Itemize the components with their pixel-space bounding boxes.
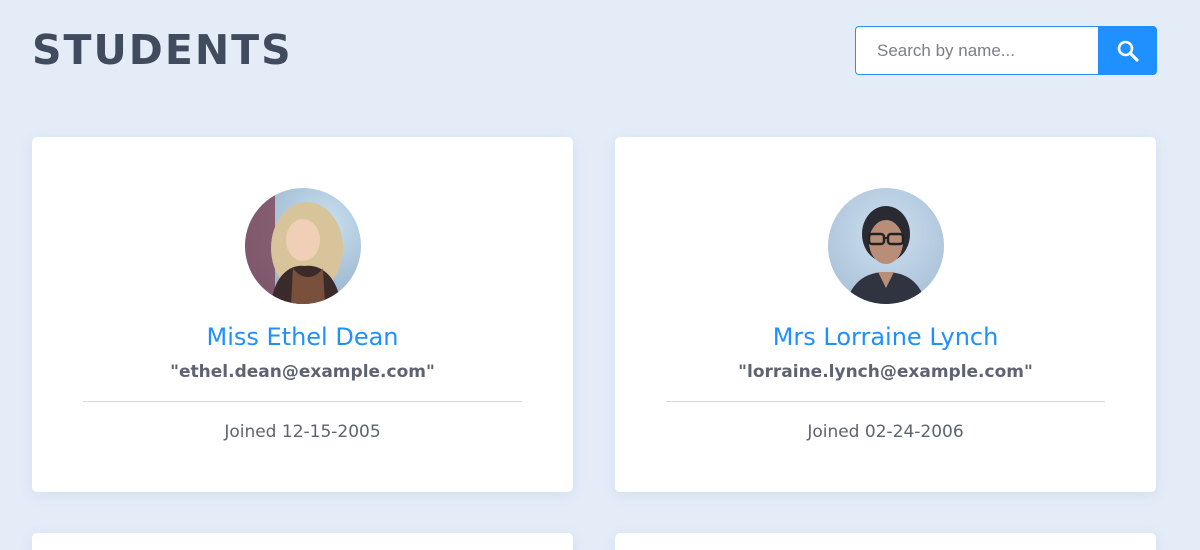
student-card[interactable]: Miss Ethel Dean "ethel.dean@example.com"…: [32, 137, 573, 492]
divider: [666, 401, 1105, 402]
student-card[interactable]: Mrs Lorraine Lynch "lorraine.lynch@examp…: [615, 137, 1156, 492]
student-card[interactable]: [615, 533, 1156, 550]
search-input[interactable]: [855, 26, 1098, 75]
avatar-photo: [828, 188, 944, 304]
divider: [83, 401, 522, 402]
avatar: [828, 188, 944, 304]
student-name[interactable]: Miss Ethel Dean: [32, 319, 573, 355]
student-email: "lorraine.lynch@example.com": [738, 362, 1033, 382]
search-bar: [855, 26, 1157, 75]
search-icon: [1117, 40, 1139, 62]
students-page: STUDENTS Search by name... Miss Ethel De…: [0, 0, 1200, 550]
page-title: STUDENTS: [32, 26, 293, 74]
search-button[interactable]: [1098, 26, 1157, 75]
student-name[interactable]: Mrs Lorraine Lynch: [615, 319, 1156, 355]
student-email: "ethel.dean@example.com": [170, 362, 435, 382]
avatar: [245, 188, 361, 304]
joined-date: Joined 02-24-2006: [807, 422, 964, 442]
student-card[interactable]: [32, 533, 573, 550]
joined-date: Joined 12-15-2005: [224, 422, 381, 442]
avatar-photo: [245, 188, 361, 304]
